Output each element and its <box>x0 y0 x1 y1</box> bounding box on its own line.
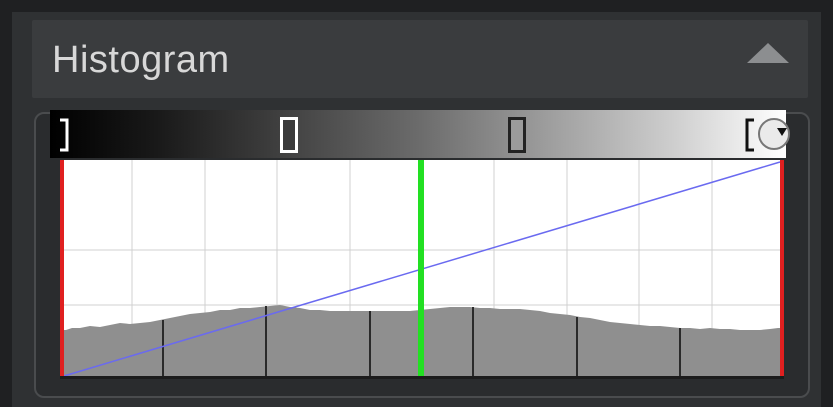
shadow-clip-marker <box>60 160 64 379</box>
histogram-chart[interactable] <box>60 160 784 379</box>
panel-header[interactable]: Histogram <box>32 20 808 98</box>
highlight-clip-marker <box>780 160 784 379</box>
triangle-up-icon[interactable] <box>746 42 790 64</box>
midpoint-marker[interactable] <box>418 160 424 379</box>
bracket-right-icon[interactable] <box>744 118 756 152</box>
bracket-left-icon[interactable] <box>58 118 70 152</box>
chevron-down-icon[interactable] <box>757 112 791 156</box>
window-top-edge <box>0 0 833 12</box>
gamma-handle[interactable] <box>508 117 526 153</box>
window-left-edge <box>0 0 12 407</box>
window-right-edge <box>821 0 833 407</box>
black-point-handle[interactable] <box>280 117 298 153</box>
chart-baseline <box>60 376 784 379</box>
levels-gradient-bar[interactable] <box>50 110 786 158</box>
panel-title: Histogram <box>52 39 230 81</box>
